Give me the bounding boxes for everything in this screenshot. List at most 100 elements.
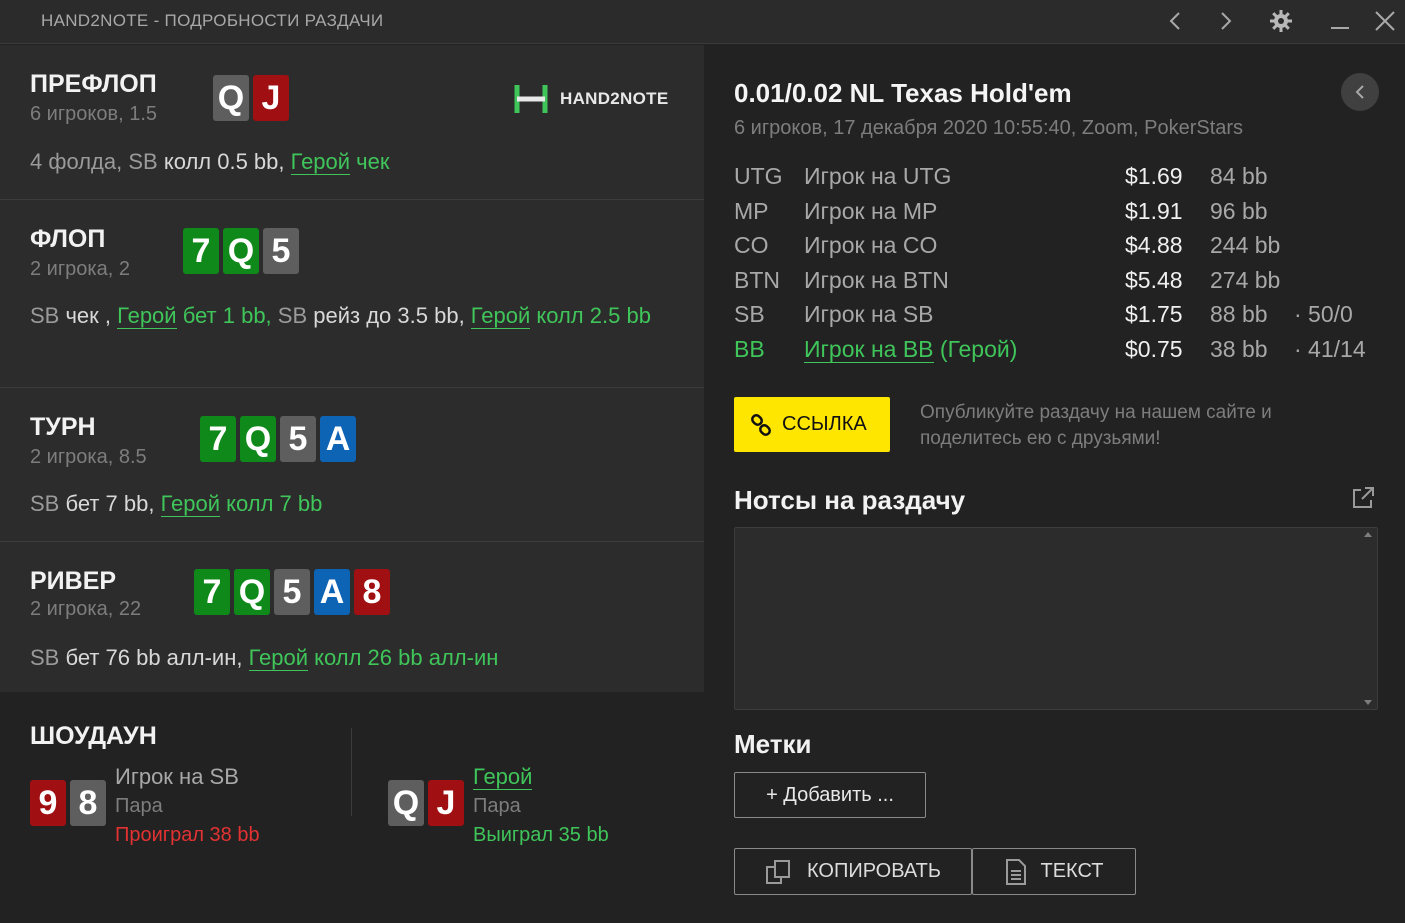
hero-link[interactable]: Герой [470, 303, 531, 329]
player-row: UTG Игрок на UTG $1.69 84 bb [734, 163, 1384, 198]
hero-name[interactable]: Герой [473, 764, 533, 790]
turn-board-cards: 7Q5A [200, 416, 356, 462]
position-label: SB [277, 303, 308, 328]
action-text: бет 1 bb, [176, 303, 278, 328]
gear-icon [1270, 10, 1292, 32]
player-stats: · 50/0 [1294, 301, 1353, 328]
villain-cards: 98 [30, 780, 106, 826]
chevron-left-icon [1355, 85, 1364, 99]
river-subtitle: 2 игрока, 22 [30, 598, 142, 620]
player-row: BTN Игрок на BTN $5.48 274 bb [734, 267, 1384, 302]
share-link-note: Опубликуйте раздачу на нашем сайте и под… [920, 402, 1272, 449]
tags-heading: Метки [734, 729, 812, 759]
playing-card: 8 [354, 569, 390, 615]
player-position: CO [734, 232, 769, 259]
river-title: РИВЕР [30, 567, 117, 595]
flop-section: ФЛОП 2 игрока, 2 7Q5 SB чек , Герой бет … [0, 200, 704, 388]
scroll-up-icon[interactable] [1364, 532, 1372, 537]
hero-result: Выиграл 35 bb [473, 824, 609, 846]
showdown-divider [351, 728, 352, 816]
add-tag-button[interactable]: + Добавить ... [734, 772, 926, 818]
hero-link[interactable]: Герой [160, 491, 220, 517]
open-external-button[interactable] [1350, 485, 1376, 516]
turn-section: ТУРН 2 игрока, 8.5 7Q5A SB бет 7 bb, Гер… [0, 388, 704, 542]
settings-button[interactable] [1264, 6, 1298, 36]
hero-link[interactable]: Герой [248, 645, 309, 671]
playing-card: Q [240, 416, 276, 462]
action-text: рейз до 3.5 bb, [307, 303, 471, 328]
playing-card: 7 [194, 569, 230, 615]
playing-card: J [253, 75, 289, 121]
position-label: SB [30, 491, 60, 516]
playing-card: 8 [70, 780, 106, 826]
share-link-button[interactable]: ССЫЛКА [734, 397, 890, 452]
player-row: MP Игрок на MP $1.91 96 bb [734, 198, 1384, 233]
action-text: бет 7 bb, [59, 491, 161, 516]
playing-card: Q [234, 569, 270, 615]
hero-link[interactable]: Игрок на BB [804, 335, 934, 363]
action-text: колл 0.5 bb, [157, 149, 291, 174]
flop-subtitle: 2 игрока, 2 [30, 258, 130, 280]
player-name[interactable]: Игрок на UTG [804, 163, 951, 190]
playing-card: 7 [200, 416, 236, 462]
next-hand-button[interactable] [1209, 6, 1243, 36]
minimize-icon [1331, 27, 1349, 29]
prev-hand-button[interactable] [1158, 6, 1192, 36]
player-name[interactable]: Игрок на BTN [804, 267, 949, 294]
player-stack-bb: 84 bb [1210, 163, 1268, 189]
playing-card: Q [388, 780, 424, 826]
hero-link[interactable]: Герой [473, 764, 533, 790]
showdown-title: ШОУДАУН [30, 722, 157, 750]
player-position: UTG [734, 163, 783, 189]
hand2note-logo: HAND2NOTE [514, 82, 669, 116]
preflop-actions: 4 фолда, SB колл 0.5 bb, Герой чек [30, 145, 680, 179]
player-name[interactable]: Игрок на MP [804, 198, 937, 225]
notes-textarea[interactable] [734, 527, 1378, 710]
player-stack-bb: 38 bb [1210, 335, 1268, 362]
player-stack: $0.75 [1125, 335, 1183, 362]
player-stack: $1.91 [1125, 197, 1183, 224]
player-name[interactable]: Игрок на SB [804, 301, 934, 328]
preflop-section: ПРЕФЛОП 6 игроков, 1.5 QJ HAND2NOTE 4 фо… [0, 45, 704, 200]
player-name[interactable]: Игрок на CO [804, 232, 937, 259]
scroll-down-icon[interactable] [1364, 700, 1372, 705]
copy-button[interactable]: КОПИРОВАТЬ [734, 848, 972, 895]
turn-actions: SB бет 7 bb, Герой колл 7 bb [30, 487, 680, 521]
hero-link[interactable]: Герой [117, 303, 177, 329]
player-stack-bb: 244 bb [1210, 232, 1281, 259]
turn-title: ТУРН [30, 413, 96, 441]
flop-actions: SB чек , Герой бет 1 bb, SB рейз до 3.5 … [30, 299, 680, 333]
external-link-icon [1353, 487, 1374, 508]
turn-subtitle: 2 игрока, 8.5 [30, 446, 147, 468]
text-label: ТЕКСТ [1040, 860, 1104, 882]
close-button[interactable] [1368, 6, 1402, 36]
position-label: SB [128, 149, 158, 174]
link-icon [751, 413, 771, 436]
position-label: SB [30, 303, 60, 328]
chevron-left-icon [1169, 12, 1180, 30]
game-title: 0.01/0.02 NL Texas Hold'em [734, 78, 1072, 108]
player-stack: $4.88 [1125, 232, 1183, 259]
villain-name: Игрок на SB [115, 764, 239, 789]
action-text: колл 26 bb алл-ин [308, 645, 499, 670]
minimize-button[interactable] [1323, 6, 1357, 36]
player-stack: $5.48 [1125, 266, 1183, 293]
players-table: UTG Игрок на UTG $1.69 84 bb MP Игрок на MP $1… [734, 163, 1384, 371]
villain-result: Проиграл 38 bb [115, 824, 260, 846]
hero-link[interactable]: Герой [290, 149, 351, 175]
copy-icon [766, 859, 790, 884]
player-name[interactable]: Игрок на BB (Герой) [804, 335, 1017, 363]
collapse-button[interactable] [1341, 73, 1379, 111]
player-position: BB [734, 335, 765, 362]
playing-card: 5 [263, 228, 299, 274]
player-row: SB Игрок на SB $1.75 88 bb · 50/0 [734, 301, 1384, 336]
showdown-section: ШОУДАУН 98 Игрок на SB Пара Проиграл 38 … [0, 692, 704, 923]
hero-hand: Пара [473, 795, 521, 817]
flop-title: ФЛОП [30, 225, 106, 253]
player-stack: $1.69 [1125, 163, 1183, 189]
share-link-label: ССЫЛКА [782, 413, 867, 435]
action-text: 4 фолда, [30, 149, 129, 174]
player-stack-bb: 274 bb [1210, 266, 1281, 293]
logo-text: HAND2NOTE [560, 89, 669, 108]
text-button[interactable]: ТЕКСТ [972, 848, 1136, 895]
